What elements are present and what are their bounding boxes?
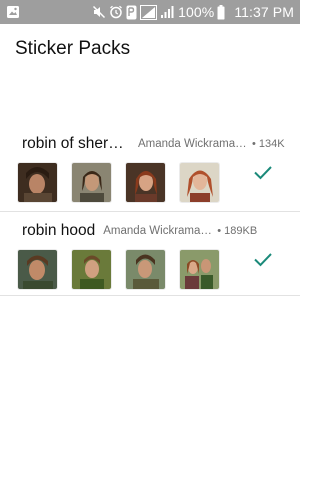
mute-icon	[92, 5, 106, 19]
pack-size: 189KB	[224, 225, 258, 237]
pack-size: 134K	[258, 138, 285, 150]
sticker-thumbnail	[72, 250, 111, 289]
separator-dot: •	[217, 225, 222, 237]
alarm-icon	[109, 5, 123, 19]
sticker-thumbnail	[18, 163, 57, 202]
page-title: Sticker Packs	[15, 38, 131, 59]
battery-percent: 100%	[178, 4, 215, 20]
signal-icon	[160, 5, 174, 19]
sticker-thumbnail	[126, 163, 165, 202]
checkmark-icon	[252, 248, 274, 270]
separator-dot: •	[252, 138, 256, 150]
pack-info-row: robin of sherwood Amanda Wickramasinghe …	[22, 133, 286, 155]
sticker-thumbnail	[18, 250, 57, 289]
pack-publisher: Amanda Wickramasinghe	[103, 225, 213, 237]
battery-icon	[217, 4, 225, 20]
sticker-thumbnail	[126, 250, 165, 289]
sticker-pack-list-item[interactable]: robin of sherwood Amanda Wickramasinghe …	[0, 125, 300, 211]
pack-name: robin hood	[22, 222, 96, 239]
signal-icon	[140, 4, 158, 20]
sticker-thumbnails	[18, 250, 219, 289]
sticker-thumbnails	[18, 163, 219, 202]
clock: 11:37 PM	[234, 4, 294, 20]
image-notification-icon	[6, 5, 20, 19]
checkmark-icon	[252, 161, 274, 183]
sticker-thumbnail	[72, 163, 111, 202]
sticker-thumbnail	[180, 250, 219, 289]
pack-publisher: Amanda Wickramasinghe	[138, 138, 248, 150]
status-bar: 100% 11:37 PM	[0, 0, 300, 24]
sticker-thumbnail	[180, 163, 219, 202]
pack-name: robin of sherwood	[22, 135, 130, 152]
sticker-pack-list-item[interactable]: robin hood Amanda Wickramasinghe • 189KB	[0, 211, 300, 296]
data-icon	[126, 5, 137, 20]
pack-info-row: robin hood Amanda Wickramasinghe • 189KB	[22, 220, 286, 242]
